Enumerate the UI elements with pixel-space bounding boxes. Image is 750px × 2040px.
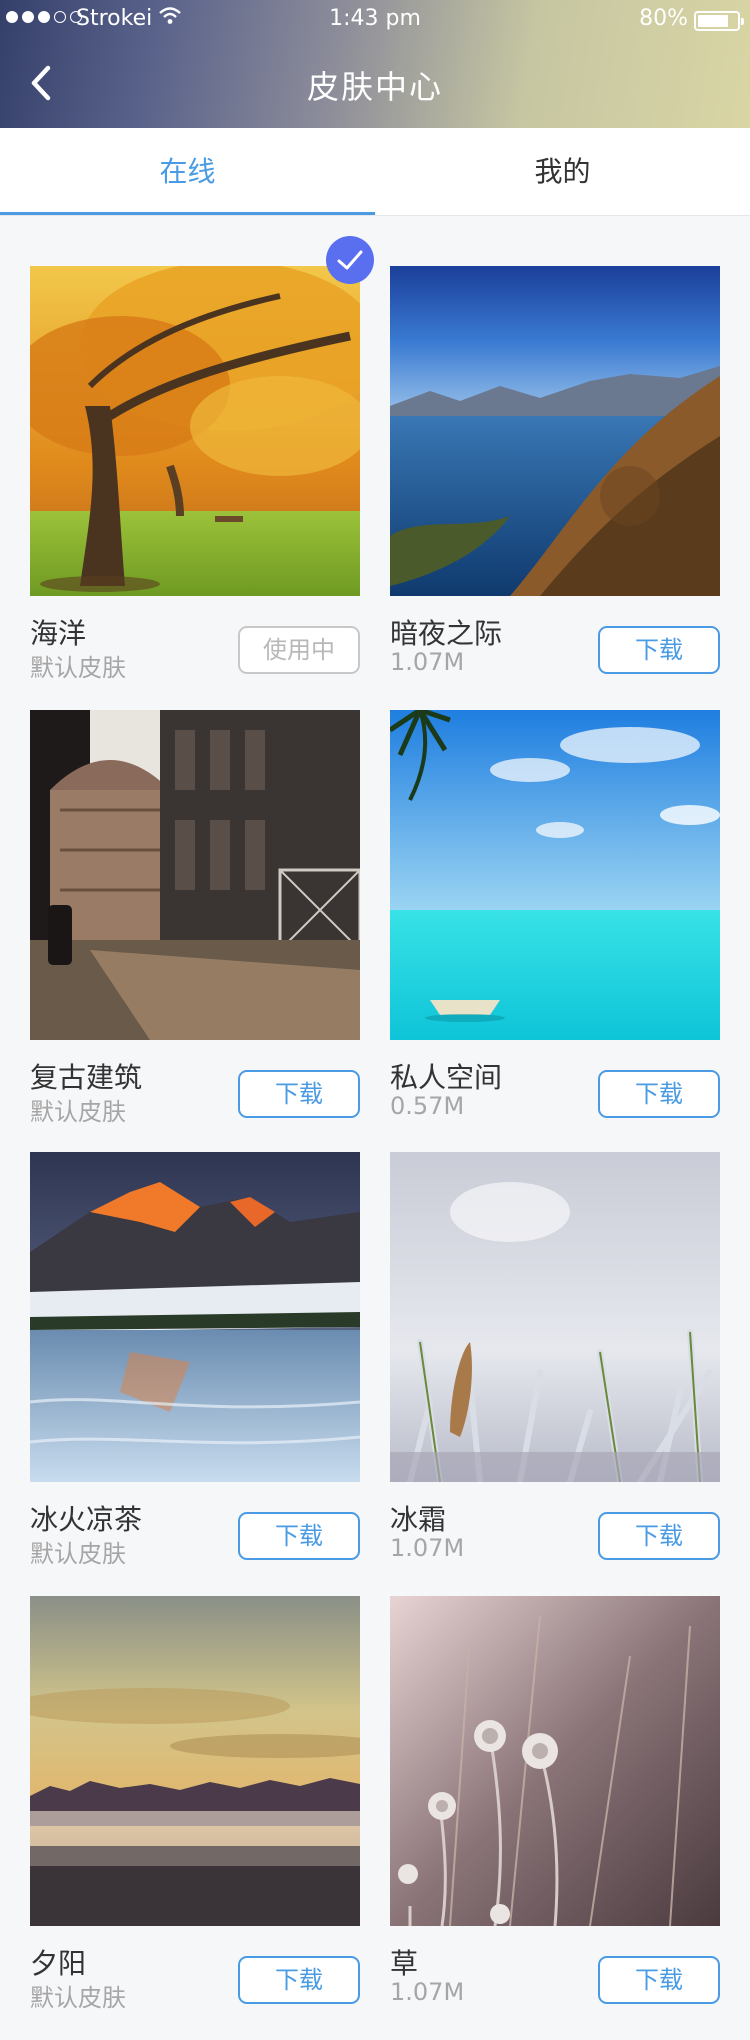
skin-name: 暗夜之际 — [390, 617, 503, 650]
skin-name: 夕阳 — [30, 1947, 87, 1980]
skin-name: 冰霜 — [390, 1503, 447, 1536]
skin-thumbnail-dry-flowers[interactable] — [390, 1596, 720, 1926]
skin-file-size: 1.07M — [390, 648, 465, 676]
skin-thumbnail-mountain-lake[interactable] — [390, 266, 720, 596]
skin-card[interactable]: 夕阳 默认皮肤 下载 — [30, 1596, 360, 2016]
tab-bar: 在线 我的 — [0, 128, 750, 216]
skin-thumbnail-frozen-lake-mountains[interactable] — [30, 1152, 360, 1482]
skin-thumbnail-autumn-tree[interactable] — [30, 266, 360, 596]
skin-subtitle: 默认皮肤 — [30, 1098, 126, 1126]
skin-file-size: 0.57M — [390, 1092, 465, 1120]
download-button[interactable]: 下载 — [238, 1512, 360, 1560]
tab-online[interactable]: 在线 — [0, 128, 375, 216]
download-button[interactable]: 下载 — [598, 1070, 720, 1118]
download-button[interactable]: 下载 — [598, 1956, 720, 2004]
skin-card[interactable]: 复古建筑 默认皮肤 下载 — [30, 710, 360, 1130]
download-button[interactable]: 下载 — [598, 626, 720, 674]
skin-file-size: 1.07M — [390, 1534, 465, 1562]
battery-percent: 80% — [639, 6, 688, 31]
skin-name: 草 — [390, 1947, 419, 1980]
skin-subtitle: 默认皮肤 — [30, 1984, 126, 2012]
skin-thumbnail-tropical-sea-boat[interactable] — [390, 710, 720, 1040]
skin-name: 海洋 — [30, 617, 87, 650]
skin-thumbnail-frosted-grass[interactable] — [390, 1152, 720, 1482]
skin-subtitle: 默认皮肤 — [30, 654, 126, 682]
skin-card[interactable]: 冰火凉茶 默认皮肤 下载 — [30, 1152, 360, 1572]
skin-thumbnail-sunset-fog[interactable] — [30, 1596, 360, 1926]
app-header: Strokei 1:43 pm 80% 皮肤中心 — [0, 0, 750, 128]
selected-check-icon — [326, 236, 374, 284]
download-button[interactable]: 下载 — [598, 1512, 720, 1560]
skin-file-size: 1.07M — [390, 1978, 465, 2006]
skin-name: 私人空间 — [390, 1061, 503, 1094]
skin-thumbnail-old-cathedral[interactable] — [30, 710, 360, 1040]
skin-card[interactable]: 草 1.07M 下载 — [390, 1596, 720, 2016]
status-bar: Strokei 1:43 pm 80% — [0, 0, 750, 40]
status-time: 1:43 pm — [329, 6, 421, 31]
skin-subtitle: 默认皮肤 — [30, 1540, 126, 1568]
download-button[interactable]: 下载 — [238, 1956, 360, 2004]
download-button[interactable]: 下载 — [238, 1070, 360, 1118]
tab-mine[interactable]: 我的 — [375, 128, 750, 216]
battery-icon — [694, 11, 744, 31]
skin-card[interactable]: 冰霜 1.07M 下载 — [390, 1152, 720, 1572]
tab-indicator — [0, 212, 375, 215]
skin-name: 复古建筑 — [30, 1061, 143, 1094]
skin-card[interactable]: 海洋 默认皮肤 使用中 — [30, 266, 360, 686]
page-title: 皮肤中心 — [306, 68, 443, 106]
skin-card[interactable]: 私人空间 0.57M 下载 — [390, 710, 720, 1130]
skin-name: 冰火凉茶 — [30, 1503, 143, 1536]
skin-card[interactable]: 暗夜之际 1.07M 下载 — [390, 266, 720, 686]
in-use-button[interactable]: 使用中 — [238, 626, 360, 674]
